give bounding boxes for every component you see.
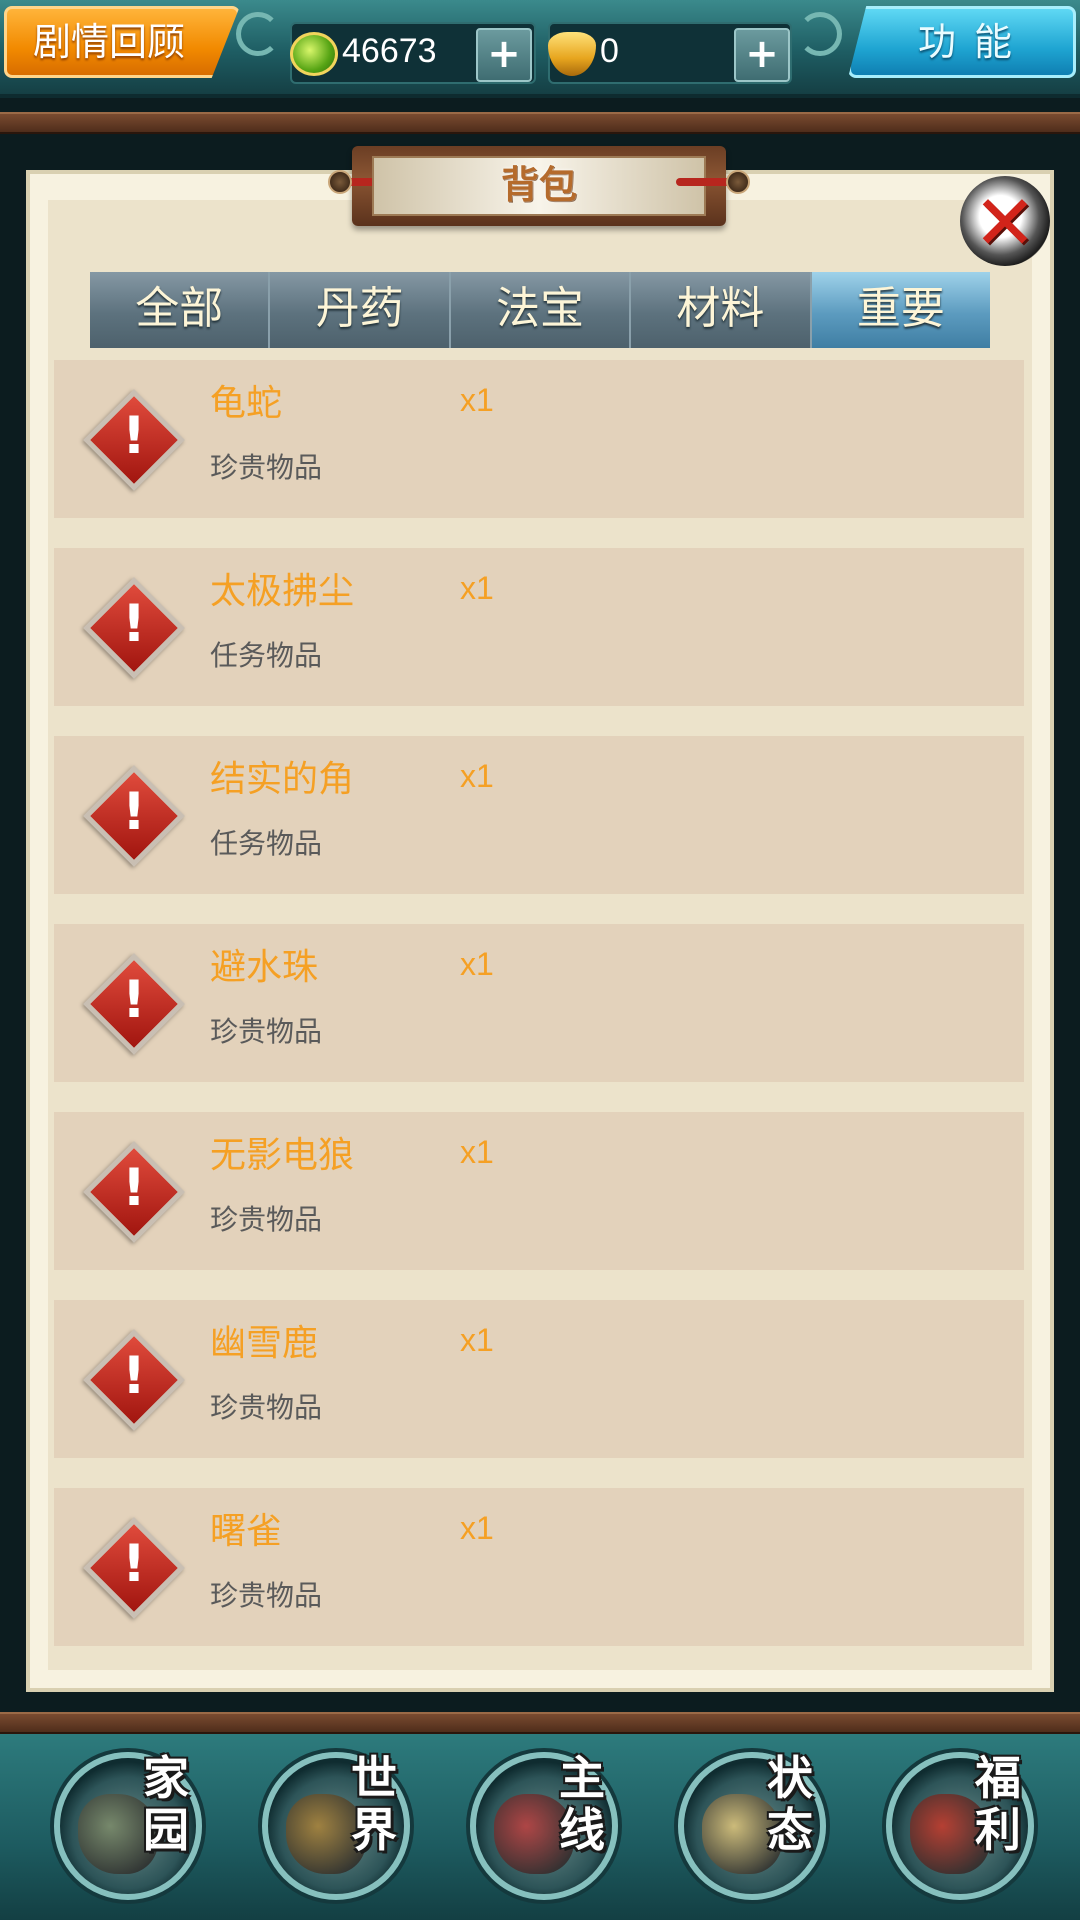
- item-type: 任务物品: [210, 639, 323, 672]
- exclamation-icon: !: [122, 406, 146, 466]
- item-type: 珍贵物品: [210, 451, 323, 484]
- item-type: 珍贵物品: [210, 1579, 323, 1612]
- item-row[interactable]: ! 太极拂尘 x1 任务物品: [54, 548, 1024, 706]
- add-gold-button[interactable]: +: [734, 28, 790, 82]
- item-name: 结实的角: [210, 759, 355, 800]
- item-name: 避水珠: [210, 947, 319, 988]
- exclamation-icon: !: [122, 1346, 146, 1406]
- bottom-nav: 家园 世界 主线 状态 福利: [0, 1734, 1080, 1920]
- item-name: 无影电狼: [210, 1135, 355, 1176]
- gold-value: 0: [600, 32, 619, 70]
- tab-important[interactable]: 重要: [811, 272, 991, 348]
- tab-all[interactable]: 全部: [90, 272, 271, 348]
- item-quantity: x1: [460, 1134, 494, 1170]
- wooden-divider: [0, 1712, 1080, 1734]
- nav-label-bottom: 态: [767, 1803, 813, 1857]
- item-row[interactable]: ! 结实的角 x1 任务物品: [54, 736, 1024, 894]
- item-type: 珍贵物品: [210, 1203, 323, 1236]
- nav-label-top: 状: [767, 1751, 813, 1805]
- wooden-divider: [0, 112, 1080, 134]
- add-coins-button[interactable]: +: [476, 28, 532, 82]
- gold-ingot-icon: [548, 32, 596, 76]
- nav-status-button[interactable]: 状态: [672, 1746, 832, 1906]
- nav-home-button[interactable]: 家园: [48, 1746, 208, 1906]
- item-quantity: x1: [460, 382, 494, 418]
- nav-label: 状态: [758, 1752, 822, 1856]
- item-list: ! 龟蛇 x1 珍贵物品! 太极拂尘 x1 任务物品! 结实的角 x1 任务物品! 避水珠 x1 珍贵物…: [54, 360, 1024, 1676]
- close-icon: ✕: [973, 178, 1037, 267]
- top-bar: 剧情回顾 46673 + 0 + 功能: [0, 0, 1080, 98]
- item-row[interactable]: ! 曙雀 x1 珍贵物品: [54, 1488, 1024, 1646]
- item-row[interactable]: ! 无影电狼 x1 珍贵物品: [54, 1112, 1024, 1270]
- item-name: 太极拂尘: [210, 571, 355, 612]
- item-name: 龟蛇: [210, 383, 283, 424]
- category-tabs: 全部 丹药 法宝 材料 重要: [90, 272, 991, 348]
- nav-label: 主线: [550, 1752, 614, 1856]
- nav-label-bottom: 园: [143, 1803, 189, 1857]
- exclamation-icon: !: [122, 782, 146, 842]
- exclamation-icon: !: [122, 970, 146, 1030]
- coin-icon: [290, 32, 338, 76]
- nav-label: 世界: [342, 1752, 406, 1856]
- swirl-ornament-icon: [236, 12, 280, 56]
- swirl-ornament-icon: [798, 12, 842, 56]
- item-row[interactable]: ! 避水珠 x1 珍贵物品: [54, 924, 1024, 1082]
- tab-materials[interactable]: 材料: [631, 272, 812, 348]
- nav-label: 家园: [134, 1752, 198, 1856]
- nav-label-bottom: 界: [351, 1803, 397, 1857]
- item-quantity: x1: [460, 1510, 494, 1546]
- nav-label-bottom: 利: [975, 1803, 1021, 1857]
- item-quantity: x1: [460, 570, 494, 606]
- nav-label: 福利: [966, 1752, 1030, 1856]
- exclamation-icon: !: [122, 594, 146, 654]
- coin-counter: 46673 +: [290, 22, 536, 84]
- nav-welfare-button[interactable]: 福利: [880, 1746, 1040, 1906]
- item-type: 珍贵物品: [210, 1391, 323, 1424]
- gold-counter: 0 +: [548, 22, 792, 84]
- tab-pills[interactable]: 丹药: [270, 272, 451, 348]
- close-button[interactable]: ✕: [960, 176, 1050, 267]
- scroll-knob-right: [726, 170, 750, 194]
- item-name: 曙雀: [210, 1511, 283, 1552]
- exclamation-icon: !: [122, 1534, 146, 1594]
- exclamation-icon: !: [122, 1158, 146, 1218]
- item-type: 珍贵物品: [210, 1015, 323, 1048]
- tab-artifacts[interactable]: 法宝: [450, 272, 632, 348]
- item-quantity: x1: [460, 758, 494, 794]
- item-row[interactable]: ! 幽雪鹿 x1 珍贵物品: [54, 1300, 1024, 1458]
- nav-label-bottom: 线: [559, 1803, 605, 1857]
- scroll-knob-left: [328, 170, 352, 194]
- item-row[interactable]: ! 龟蛇 x1 珍贵物品: [54, 360, 1024, 518]
- nav-label-top: 世: [351, 1751, 397, 1805]
- coin-value: 46673: [342, 32, 437, 70]
- panel-title: 背包: [500, 163, 577, 207]
- item-type: 任务物品: [210, 827, 323, 860]
- function-button[interactable]: 功能: [848, 6, 1076, 78]
- panel-title-scroll: 背包: [328, 146, 750, 226]
- nav-main-quest-button[interactable]: 主线: [464, 1746, 624, 1906]
- nav-label-top: 主: [559, 1751, 605, 1805]
- nav-world-button[interactable]: 世界: [256, 1746, 416, 1906]
- item-quantity: x1: [460, 1322, 494, 1358]
- item-quantity: x1: [460, 946, 494, 982]
- nav-label-top: 家: [143, 1751, 189, 1805]
- nav-label-top: 福: [975, 1751, 1021, 1805]
- story-review-button[interactable]: 剧情回顾: [4, 6, 240, 78]
- item-name: 幽雪鹿: [210, 1323, 319, 1364]
